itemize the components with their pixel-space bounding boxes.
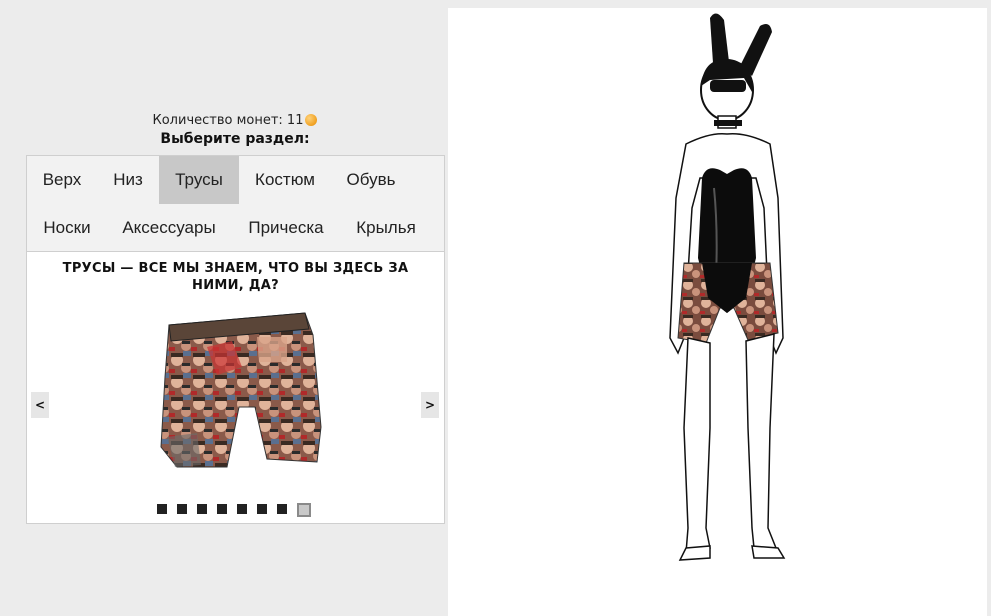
tab-underwear[interactable]: Трусы — [159, 156, 239, 204]
page-dot-1[interactable] — [157, 504, 167, 514]
page-dot-6[interactable] — [257, 504, 267, 514]
character-figure — [669, 13, 786, 561]
section-tabs: Верх Низ Трусы Костюм Обувь Носки Аксесс… — [26, 155, 445, 252]
next-item-button[interactable]: > — [421, 392, 439, 418]
choose-section-label: Выберите раздел: — [160, 131, 310, 147]
prev-item-button[interactable]: < — [31, 392, 49, 418]
page-dot-5[interactable] — [237, 504, 247, 514]
panel-title: ТРУСЫ — ВСЕ МЫ ЗНАЕМ, ЧТО ВЫ ЗДЕСЬ ЗА НИ… — [62, 261, 409, 293]
page-dot-2[interactable] — [177, 504, 187, 514]
tab-costume[interactable]: Костюм — [239, 156, 331, 204]
tab-accessories[interactable]: Аксессуары — [107, 204, 231, 252]
tab-socks[interactable]: Носки — [27, 204, 107, 252]
page-dot-8-selected[interactable] — [297, 503, 311, 517]
character-stage — [448, 8, 987, 616]
tab-hairstyle[interactable]: Прическа — [231, 204, 341, 252]
collar — [714, 120, 742, 126]
page-dot-4[interactable] — [217, 504, 227, 514]
underwear-item-image[interactable] — [147, 307, 327, 475]
mask — [710, 80, 746, 92]
tab-wings[interactable]: Крылья — [341, 204, 431, 252]
item-panel: ТРУСЫ — ВСЕ МЫ ЗНАЕМ, ЧТО ВЫ ЗДЕСЬ ЗА НИ… — [26, 251, 445, 524]
page-dot-7[interactable] — [277, 504, 287, 514]
coin-icon — [305, 114, 318, 126]
tab-top[interactable]: Верх — [27, 156, 97, 204]
coins-counter: Количество монет: 11 — [0, 113, 470, 128]
coins-label: Количество монет: 11 — [152, 113, 304, 128]
page-dot-3[interactable] — [197, 504, 207, 514]
tab-shoes[interactable]: Обувь — [331, 156, 411, 204]
character-legs — [683, 337, 711, 554]
tab-bottom[interactable]: Низ — [97, 156, 159, 204]
